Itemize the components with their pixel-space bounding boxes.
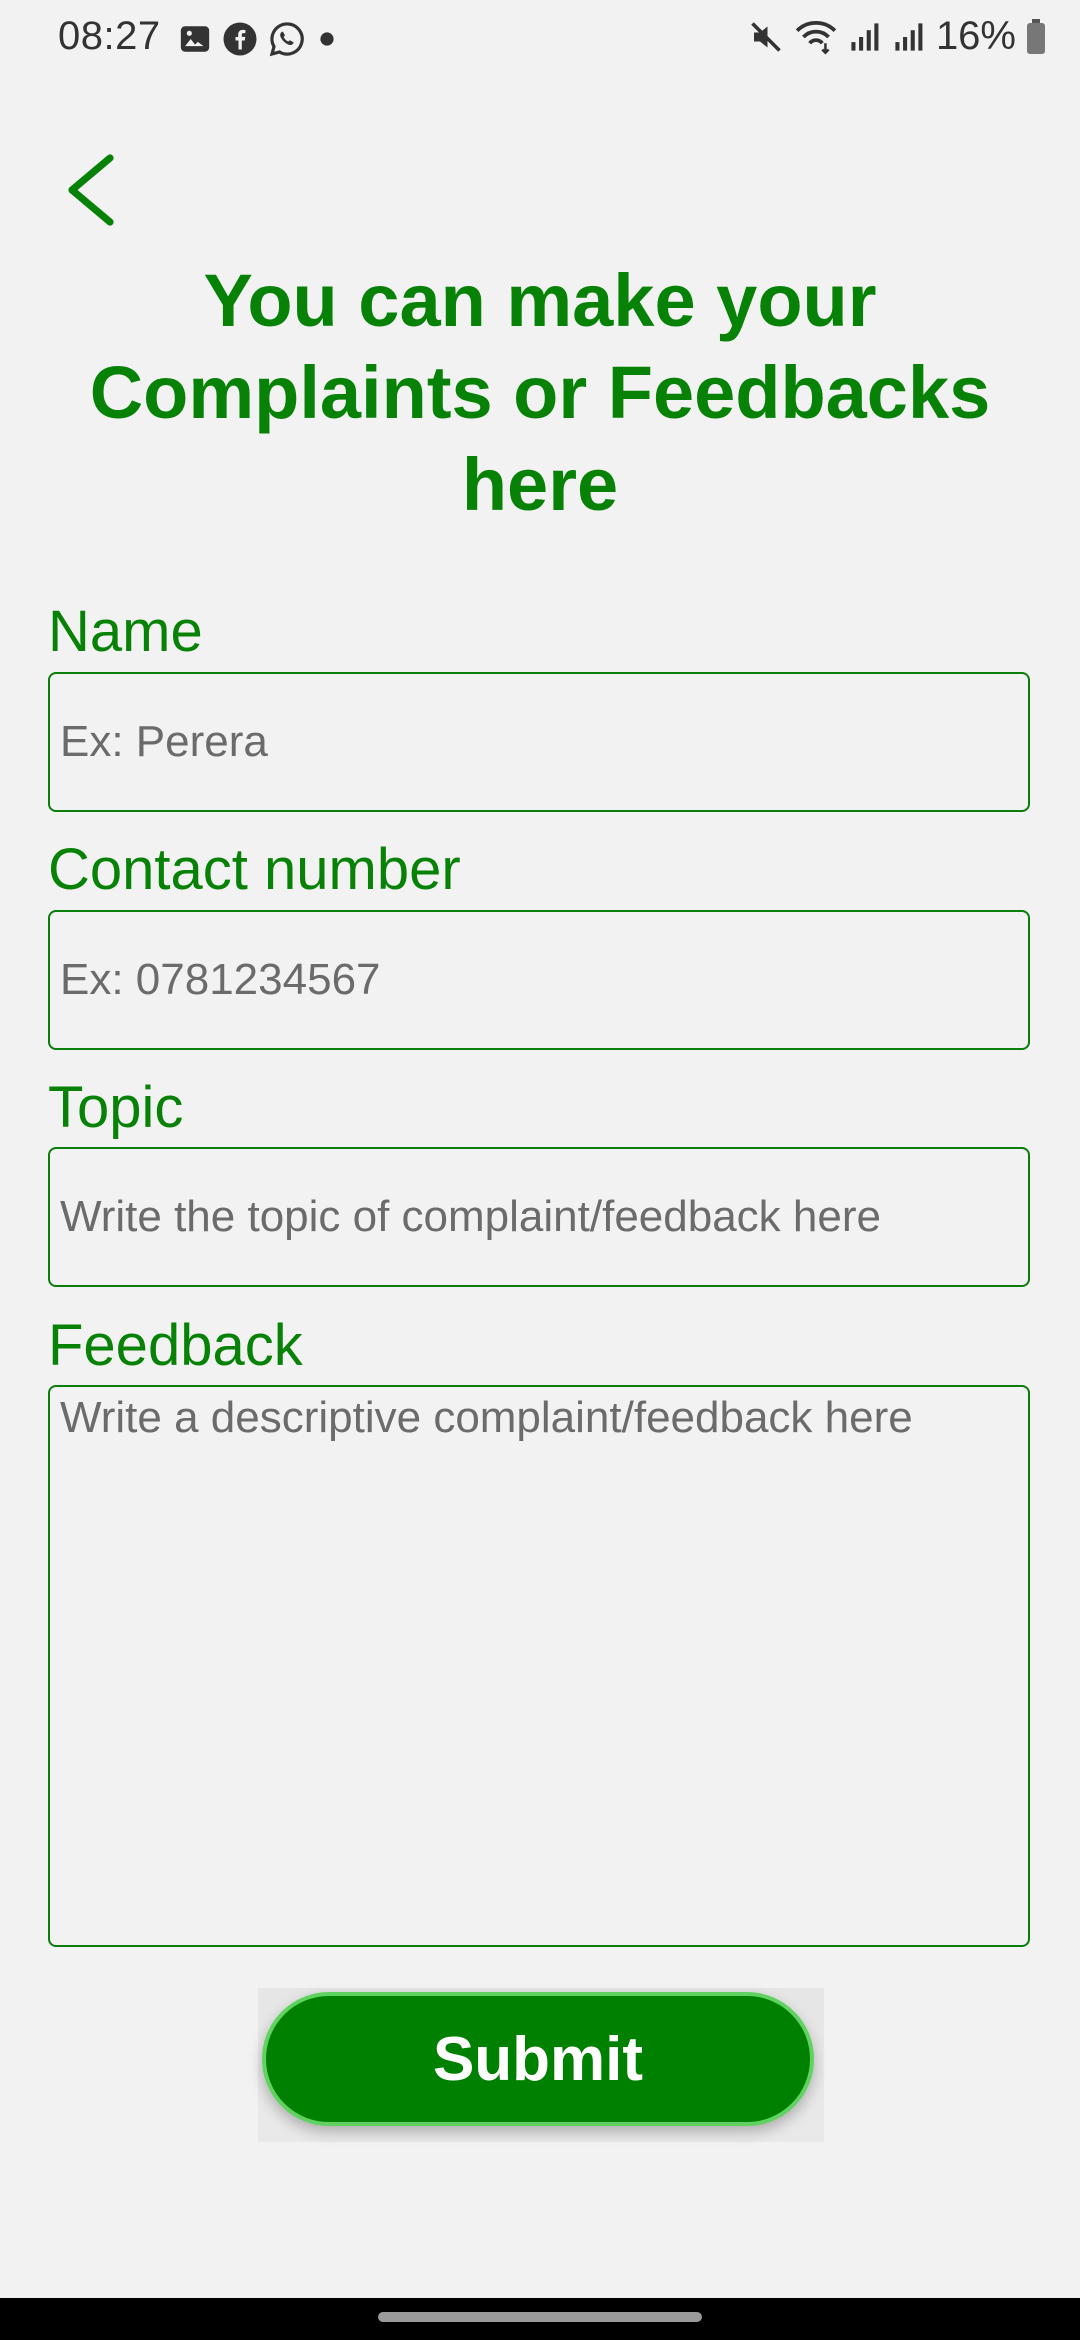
gallery-icon	[178, 22, 212, 56]
status-system-icons: 16%	[748, 14, 1046, 59]
contact-number-label: Contact number	[48, 837, 461, 902]
chevron-left-icon	[60, 150, 120, 230]
facebook-icon	[222, 21, 258, 57]
name-label: Name	[48, 599, 203, 664]
battery-percentage: 16%	[935, 14, 1016, 58]
battery-icon	[1026, 18, 1046, 55]
submit-button[interactable]: Submit	[262, 1992, 814, 2126]
navigation-bar	[0, 2298, 1080, 2340]
name-input[interactable]	[48, 672, 1030, 812]
feedback-label: Feedback	[48, 1313, 303, 1378]
back-button[interactable]	[50, 145, 130, 235]
whatsapp-icon	[268, 20, 306, 58]
mute-icon	[748, 19, 784, 55]
status-bar: 08:27 16%	[0, 0, 1080, 80]
topic-label: Topic	[48, 1075, 184, 1140]
submit-container: Submit	[258, 1988, 824, 2142]
home-gesture-handle[interactable]	[378, 2312, 702, 2322]
signal-icon	[892, 20, 926, 54]
topic-input[interactable]	[48, 1147, 1030, 1287]
page-title: You can make your Complaints or Feedback…	[89, 259, 991, 526]
dot-icon	[316, 28, 338, 50]
wifi-icon	[794, 19, 838, 55]
contact-number-input[interactable]	[48, 910, 1030, 1050]
status-time: 08:27	[58, 14, 161, 58]
feedback-textarea[interactable]	[48, 1385, 1030, 1947]
status-notification-icons	[178, 20, 338, 58]
signal-icon	[848, 20, 882, 54]
